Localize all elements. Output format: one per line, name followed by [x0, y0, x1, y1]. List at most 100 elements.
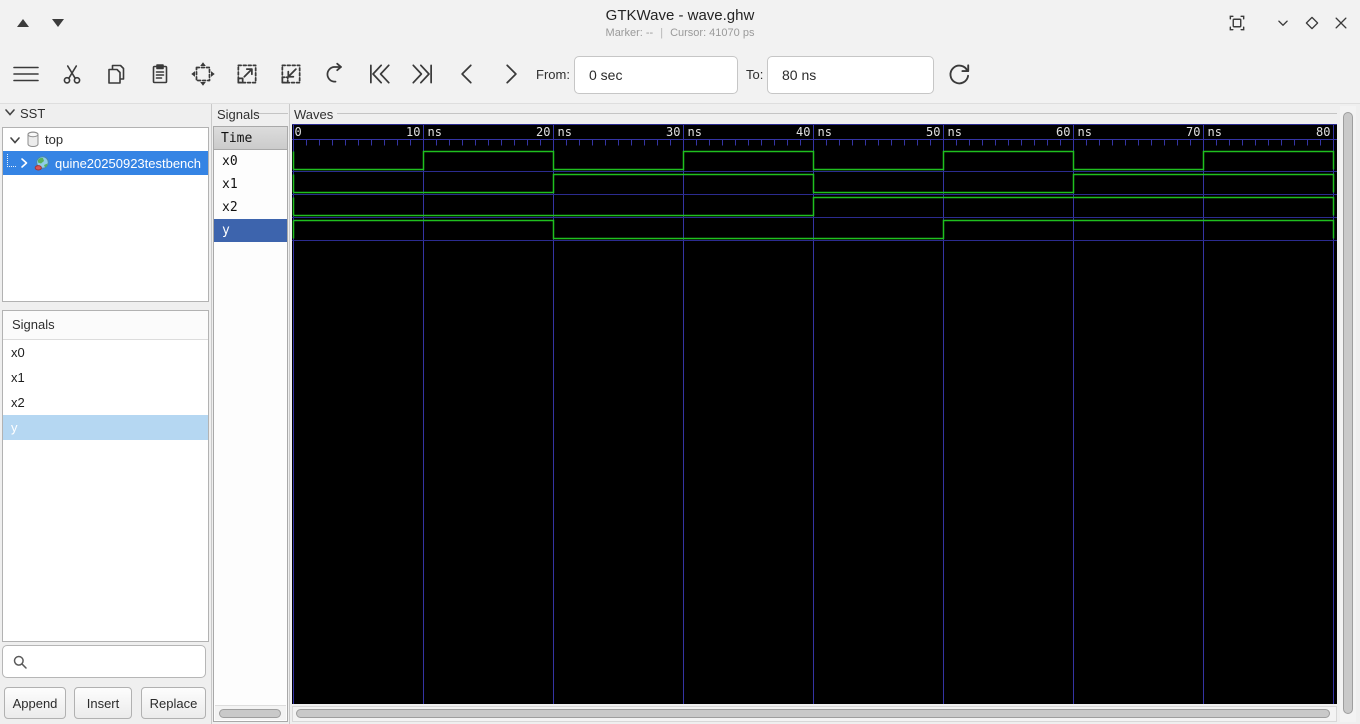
signal-search-box	[2, 645, 211, 678]
signal-search-list: Signals x0 x1 x2 y	[2, 310, 209, 642]
window-title: GTKWave - wave.ghw	[605, 7, 755, 24]
to-start-icon	[366, 61, 392, 90]
svg-text:ns: ns	[1078, 125, 1092, 139]
svg-text:ns: ns	[1208, 125, 1222, 139]
signal-name-y[interactable]: y	[214, 219, 287, 242]
paste-button[interactable]	[145, 60, 175, 90]
signals-column-header[interactable]: Signals	[3, 311, 208, 340]
scrollbar-thumb[interactable]	[219, 709, 281, 718]
zoom-in-icon	[234, 61, 260, 90]
reload-button[interactable]	[944, 60, 974, 90]
window-down-button[interactable]	[47, 13, 69, 35]
svg-text:40: 40	[796, 125, 810, 139]
tree-item-top[interactable]: top	[3, 128, 208, 151]
zoom-undo-button[interactable]	[320, 60, 350, 90]
window-menu-button[interactable]	[1272, 13, 1294, 35]
triangle-up-icon	[15, 17, 31, 32]
scrollbar-thumb[interactable]	[296, 709, 1330, 718]
replace-button[interactable]: Replace	[141, 687, 206, 719]
frame-line	[337, 113, 1337, 114]
titlebar: GTKWave - wave.ghw Marker: -- | Cursor: 41…	[0, 0, 1360, 46]
search-input[interactable]	[35, 646, 211, 677]
signals-frame-label: Signals	[217, 107, 260, 122]
close-button[interactable]	[1330, 13, 1352, 35]
copy-icon	[104, 62, 128, 89]
toolbar: From: To:	[0, 46, 1360, 104]
cursor-status: Cursor: 41070 ps	[670, 27, 755, 39]
close-icon	[1332, 14, 1350, 35]
main-area: SST top quine20250923testbench Signals x…	[0, 104, 1360, 724]
signal-name-x2[interactable]: x2	[214, 196, 287, 219]
tree-item-testbench[interactable]: quine20250923testbench	[3, 151, 208, 175]
list-item-x2[interactable]: x2	[3, 390, 208, 415]
svg-text:50: 50	[926, 125, 940, 139]
append-button[interactable]: Append	[4, 687, 66, 719]
copy-button[interactable]	[101, 60, 131, 90]
from-label: From:	[536, 67, 570, 82]
module-cylinder-icon	[26, 131, 40, 148]
window-up-button[interactable]	[12, 13, 34, 35]
svg-text:ns: ns	[948, 125, 962, 139]
zoom-fit-button[interactable]	[188, 60, 218, 90]
svg-text:ns: ns	[428, 125, 442, 139]
wave-vscrollbar[interactable]	[1340, 106, 1356, 722]
signal-name-box: Time x0 x1 x2 y	[213, 126, 288, 722]
scrollbar-thumb[interactable]	[1343, 112, 1353, 714]
wave-canvas[interactable]: 010ns20ns30ns40ns50ns60ns70ns80ns	[292, 124, 1352, 704]
to-start-button[interactable]	[364, 60, 394, 90]
wave-hscrollbar[interactable]	[292, 706, 1337, 722]
tree-guide-line	[7, 153, 16, 167]
to-label: To:	[746, 67, 764, 82]
svg-text:ns: ns	[558, 125, 572, 139]
prev-edge-button[interactable]	[452, 60, 482, 90]
insert-button[interactable]: Insert	[74, 687, 132, 719]
sst-expander[interactable]: SST	[4, 106, 45, 121]
hamburger-menu-icon	[12, 62, 40, 89]
fullscreen-button[interactable]	[1226, 13, 1248, 35]
svg-text:0: 0	[295, 125, 302, 139]
sst-splitter[interactable]	[211, 104, 212, 724]
fullscreen-icon	[1227, 13, 1247, 36]
triangle-down-icon	[50, 17, 66, 32]
waveform-plot: 010ns20ns30ns40ns50ns60ns70ns80ns	[292, 124, 1352, 704]
wave-panel: Waves 010ns20ns30ns40ns50ns60ns70ns80ns	[290, 104, 1352, 724]
time-header[interactable]: Time	[214, 127, 287, 150]
marker-status: Marker: --	[605, 27, 654, 39]
gtkwave-window: GTKWave - wave.ghw Marker: -- | Cursor: 41…	[0, 0, 1360, 724]
zoom-out-button[interactable]	[276, 60, 306, 90]
to-end-button[interactable]	[408, 60, 438, 90]
component-icon	[34, 155, 50, 171]
tree-item-label: top	[45, 132, 64, 147]
expander-chevron-right-icon[interactable]	[18, 157, 30, 169]
expander-chevron-icon[interactable]	[9, 134, 21, 146]
signal-name-hscrollbar[interactable]	[215, 705, 286, 720]
reload-icon	[945, 60, 973, 91]
menu-button[interactable]	[11, 60, 41, 90]
svg-text:ns: ns	[688, 125, 702, 139]
svg-text:20: 20	[536, 125, 550, 139]
zoom-out-icon	[278, 61, 304, 90]
to-input[interactable]	[767, 56, 934, 94]
float-toggle-button[interactable]	[1301, 13, 1323, 35]
cut-button[interactable]	[57, 60, 87, 90]
waves-frame-label: Waves	[294, 107, 334, 122]
chevron-right-icon	[498, 61, 524, 90]
undo-arrow-icon	[322, 61, 348, 90]
signal-name-x1[interactable]: x1	[214, 173, 287, 196]
to-end-icon	[410, 61, 436, 90]
next-edge-button[interactable]	[496, 60, 526, 90]
signal-name-x0[interactable]: x0	[214, 150, 287, 173]
status-line: Marker: -- | Cursor: 41070 ps	[605, 27, 755, 39]
list-item-x1[interactable]: x1	[3, 365, 208, 390]
list-item-y[interactable]: y	[3, 415, 208, 440]
list-item-x0[interactable]: x0	[3, 340, 208, 365]
cut-icon	[60, 62, 84, 89]
svg-text:30: 30	[666, 125, 680, 139]
expander-chevron-icon	[4, 106, 16, 121]
from-input[interactable]	[574, 56, 738, 94]
svg-text:60: 60	[1056, 125, 1070, 139]
zoom-in-button[interactable]	[232, 60, 262, 90]
search-icon	[12, 654, 28, 670]
chevron-down-icon	[1274, 14, 1292, 35]
svg-text:70: 70	[1186, 125, 1200, 139]
